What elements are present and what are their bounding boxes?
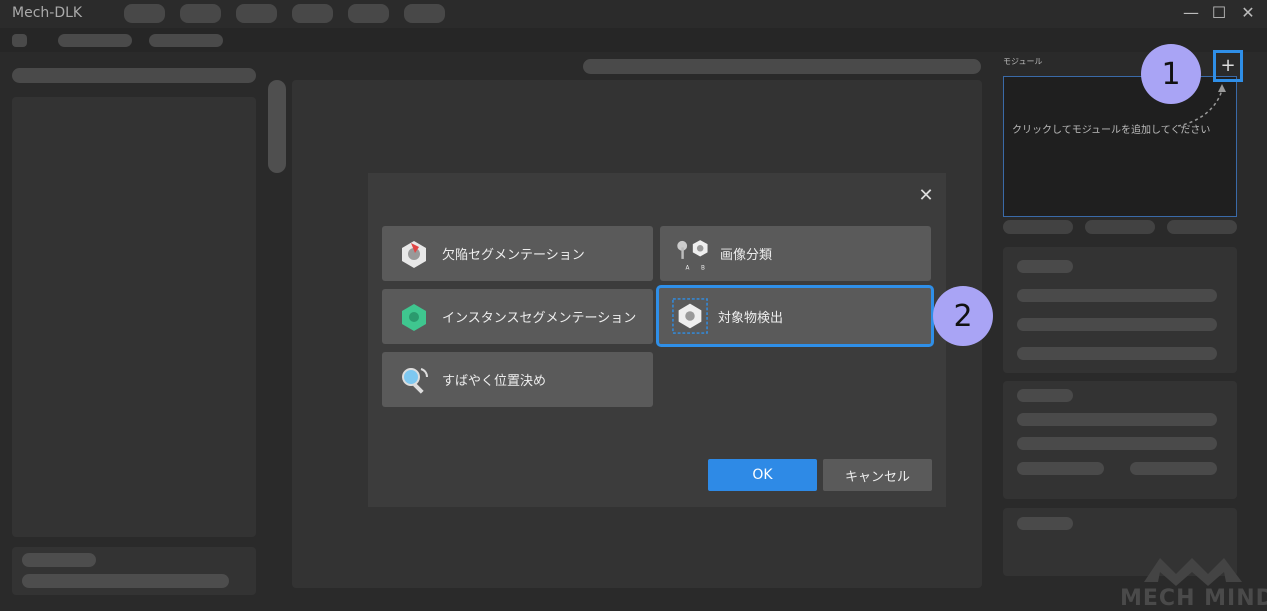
menu-item-2[interactable] <box>180 4 221 23</box>
prop-row <box>1017 462 1104 475</box>
left-panel <box>12 97 256 537</box>
menu-item-3[interactable] <box>236 4 277 23</box>
add-module-button[interactable]: + <box>1213 50 1243 82</box>
prop-row <box>1017 289 1217 302</box>
fast-positioning-icon <box>396 362 432 398</box>
left-footer-item-1 <box>22 553 96 567</box>
option-instance-segmentation[interactable]: インスタンスセグメンテーション <box>382 289 653 344</box>
close-icon[interactable]: ✕ <box>914 184 938 208</box>
option-object-detection[interactable]: 対象物検出 <box>656 285 934 347</box>
prop-row <box>1130 462 1217 475</box>
instance-segmentation-icon <box>396 299 432 335</box>
option-label: 画像分類 <box>720 248 773 263</box>
prop-title-2 <box>1017 389 1073 402</box>
option-label: 対象物検出 <box>718 310 784 326</box>
close-window-icon[interactable]: ✕ <box>1238 3 1258 22</box>
menu-item-4[interactable] <box>292 4 333 23</box>
svg-text:B: B <box>701 265 705 271</box>
step-badge-2: 2 <box>933 286 993 346</box>
app-title: Mech-DLK <box>12 5 83 21</box>
module-action-2[interactable] <box>1085 220 1155 234</box>
option-label: インスタンスセグメンテーション <box>442 311 637 326</box>
module-panel-header: モジュール <box>1003 57 1043 66</box>
left-panel-header <box>12 68 256 83</box>
prop-title-1 <box>1017 260 1073 273</box>
toolbar-icon[interactable] <box>12 34 27 47</box>
toolbar-item-1[interactable] <box>58 34 132 47</box>
menu-item-5[interactable] <box>348 4 389 23</box>
scrollbar[interactable] <box>268 80 286 173</box>
option-image-classification[interactable]: AB 画像分類 <box>660 226 931 281</box>
ok-button[interactable]: OK <box>708 459 817 491</box>
menu-item-6[interactable] <box>404 4 445 23</box>
option-defect-segmentation[interactable]: 欠陥セグメンテーション <box>382 226 653 281</box>
minimize-icon[interactable]: — <box>1181 3 1201 22</box>
svg-text:A: A <box>685 265 689 271</box>
module-action-1[interactable] <box>1003 220 1073 234</box>
prop-row <box>1017 413 1217 426</box>
left-footer-item-2 <box>22 574 229 588</box>
defect-segmentation-icon <box>396 236 432 272</box>
prop-title-3 <box>1017 517 1073 530</box>
maximize-icon[interactable]: ☐ <box>1209 3 1229 22</box>
option-label: 欠陥セグメンテーション <box>442 248 585 263</box>
toolbar-item-2[interactable] <box>149 34 223 47</box>
prop-row <box>1017 437 1217 450</box>
menu-item-1[interactable] <box>124 4 165 23</box>
step-badge-1: 1 <box>1141 44 1201 104</box>
option-fast-positioning[interactable]: すばやく位置決め <box>382 352 653 407</box>
cancel-button[interactable]: キャンセル <box>823 459 932 491</box>
watermark-text: MECH MIND <box>1120 586 1267 611</box>
module-action-3[interactable] <box>1167 220 1237 234</box>
mech-mind-logo-icon <box>1144 558 1242 586</box>
image-classification-icon: AB <box>674 236 710 272</box>
prop-row <box>1017 347 1217 360</box>
option-label: すばやく位置決め <box>442 374 547 389</box>
object-detection-icon <box>672 298 708 334</box>
prop-row <box>1017 318 1217 331</box>
center-header <box>583 59 981 74</box>
